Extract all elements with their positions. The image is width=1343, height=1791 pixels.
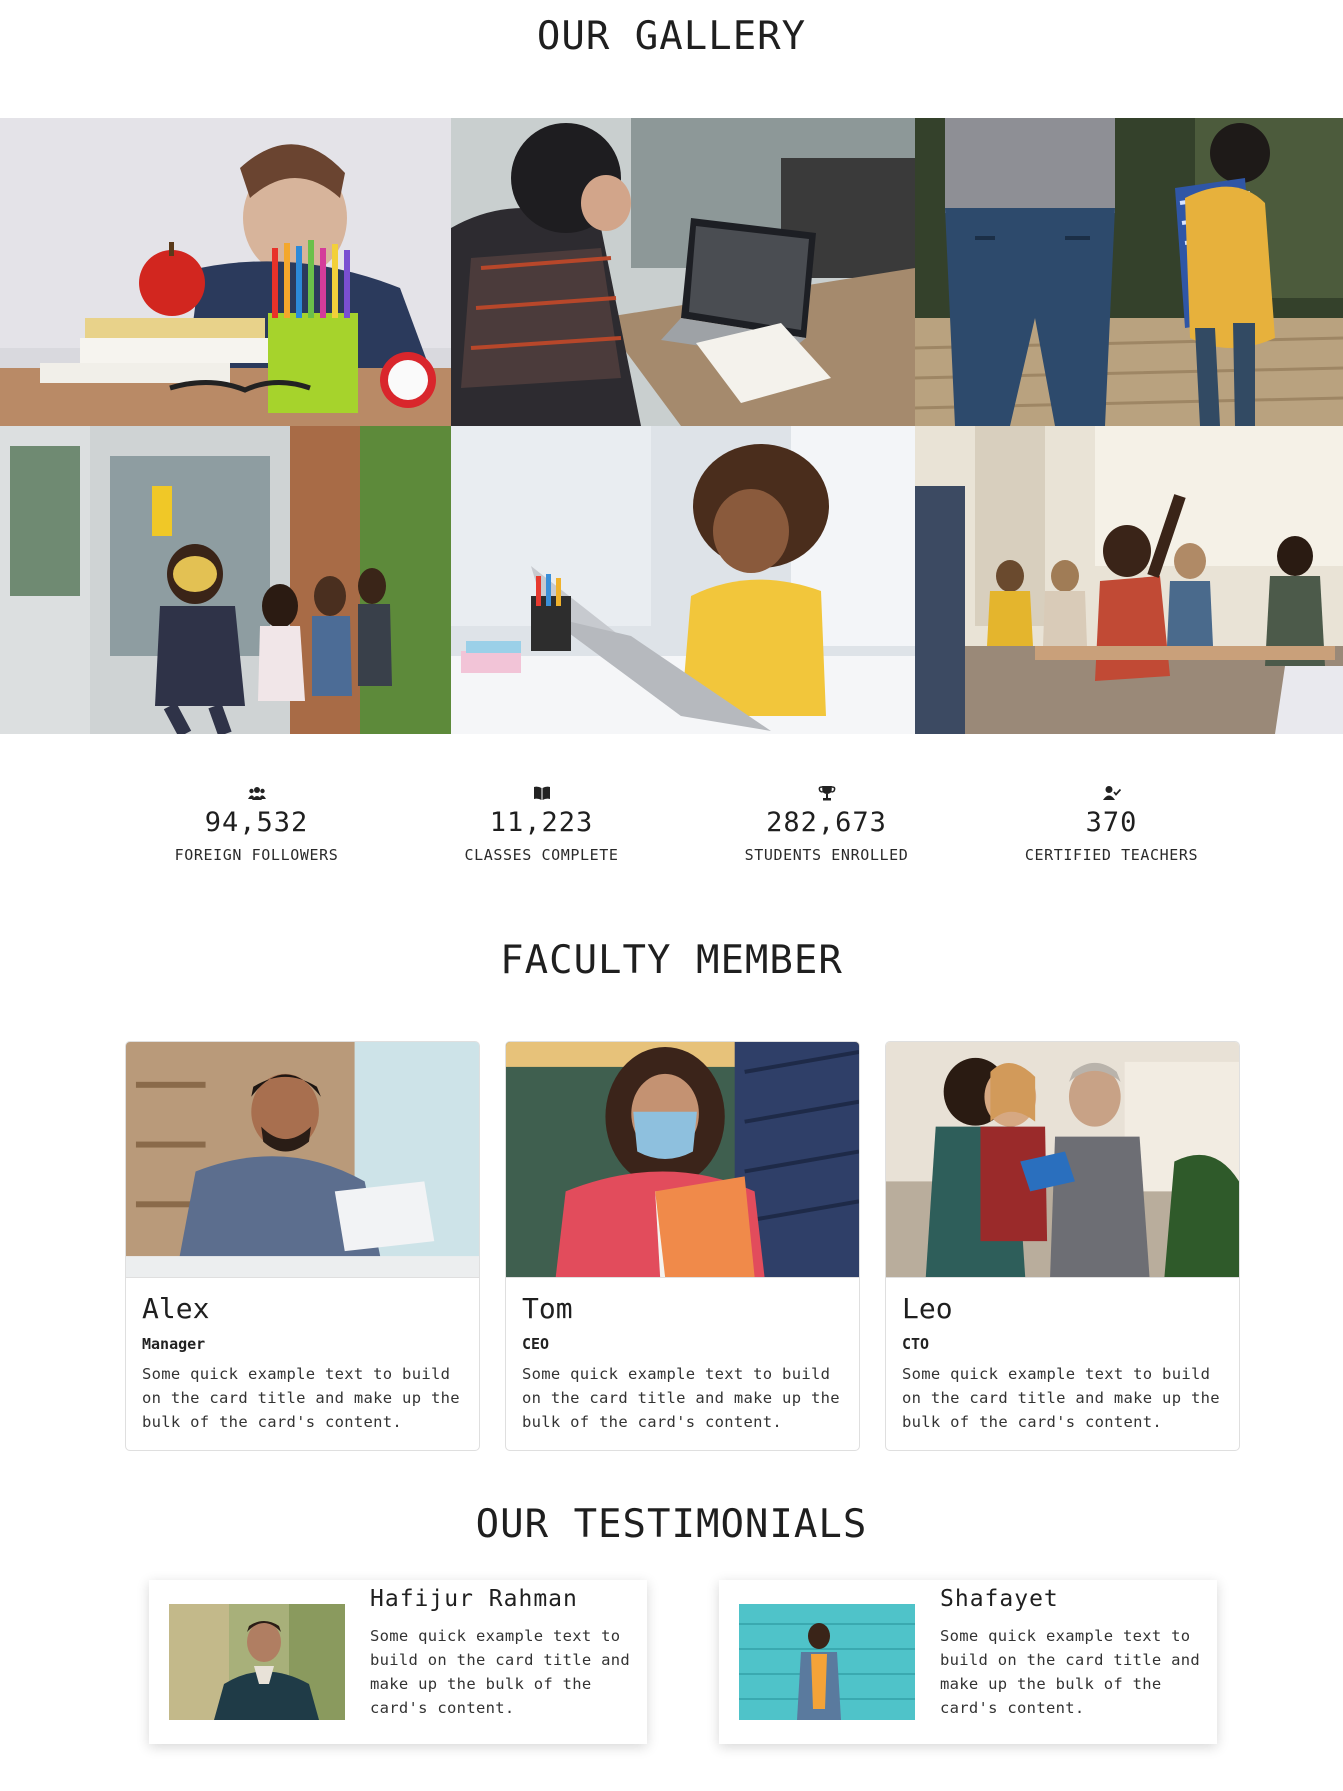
gallery-image-2[interactable] bbox=[451, 118, 915, 426]
boy-laptop-desk-photo bbox=[451, 118, 915, 426]
faculty-card-leo[interactable]: Leo CTO Some quick example text to build… bbox=[885, 1041, 1240, 1451]
stat-value: 11,223 bbox=[489, 807, 594, 838]
stat-label: FOREIGN FOLLOWERS bbox=[174, 846, 339, 864]
users-icon bbox=[114, 785, 399, 803]
classroom-students-photo bbox=[915, 426, 1343, 734]
stat-value: 94,532 bbox=[204, 807, 309, 838]
stats-row: 94,532 FOREIGN FOLLOWERS 11,223 CLASSES … bbox=[114, 785, 1256, 885]
gallery-title: OUR GALLERY bbox=[536, 14, 807, 59]
trophy-icon bbox=[684, 785, 969, 803]
faculty-photo-alex bbox=[126, 1042, 479, 1278]
testimonial-photo-shafayet bbox=[739, 1604, 915, 1720]
gallery-image-5[interactable] bbox=[451, 426, 915, 734]
gallery-image-4[interactable] bbox=[0, 426, 451, 734]
stat-certified-teachers: 370 CERTIFIED TEACHERS bbox=[969, 785, 1254, 864]
apple-pencils-boy-photo bbox=[0, 118, 451, 426]
boy-backpack-walking-photo bbox=[915, 118, 1343, 426]
book-icon bbox=[399, 785, 684, 803]
stat-value: 282,673 bbox=[766, 807, 887, 838]
testimonial-photo-hafijur bbox=[169, 1604, 345, 1720]
faculty-card-alex[interactable]: Alex Manager Some quick example text to … bbox=[125, 1041, 480, 1451]
faculty-role: Manager bbox=[142, 1335, 206, 1353]
stat-value: 370 bbox=[1085, 807, 1138, 838]
faculty-role: CEO bbox=[522, 1335, 550, 1353]
faculty-name: Tom bbox=[522, 1292, 573, 1325]
testimonial-card-hafijur: Hafijur Rahman Some quick example text t… bbox=[149, 1580, 647, 1744]
gallery-image-6[interactable] bbox=[915, 426, 1343, 734]
user-check-icon bbox=[969, 785, 1254, 803]
faculty-name: Leo bbox=[902, 1292, 953, 1325]
faculty-name: Alex bbox=[142, 1292, 210, 1325]
faculty-photo-leo bbox=[886, 1042, 1239, 1278]
stat-classes-complete: 11,223 CLASSES COMPLETE bbox=[399, 785, 684, 864]
stat-label: STUDENTS ENROLLED bbox=[744, 846, 909, 864]
faculty-role: CTO bbox=[902, 1335, 930, 1353]
testimonial-name: Shafayet bbox=[940, 1586, 1059, 1612]
faculty-photo-tom bbox=[506, 1042, 859, 1278]
testimonials-title: OUR TESTIMONIALS bbox=[475, 1502, 868, 1547]
stat-label: CERTIFIED TEACHERS bbox=[1024, 846, 1199, 864]
stat-label: CLASSES COMPLETE bbox=[464, 846, 619, 864]
stat-foreign-followers: 94,532 FOREIGN FOLLOWERS bbox=[114, 785, 399, 864]
masked-kids-school-photo bbox=[0, 426, 451, 734]
faculty-description: Some quick example text to build on the … bbox=[902, 1365, 1220, 1431]
faculty-card-tom[interactable]: Tom CEO Some quick example text to build… bbox=[505, 1041, 860, 1451]
stat-students-enrolled: 282,673 STUDENTS ENROLLED bbox=[684, 785, 969, 864]
girl-laptop-smiling-photo bbox=[451, 426, 915, 734]
testimonial-text: Some quick example text to build on the … bbox=[370, 1627, 631, 1717]
testimonial-text: Some quick example text to build on the … bbox=[940, 1627, 1201, 1717]
faculty-title: FACULTY MEMBER bbox=[500, 938, 843, 983]
testimonial-card-shafayet: Shafayet Some quick example text to buil… bbox=[719, 1580, 1217, 1744]
faculty-description: Some quick example text to build on the … bbox=[522, 1365, 840, 1431]
testimonial-name: Hafijur Rahman bbox=[370, 1586, 578, 1612]
gallery-image-1[interactable] bbox=[0, 118, 451, 426]
gallery-grid bbox=[0, 118, 1343, 734]
faculty-description: Some quick example text to build on the … bbox=[142, 1365, 460, 1431]
gallery-image-3[interactable] bbox=[915, 118, 1343, 426]
